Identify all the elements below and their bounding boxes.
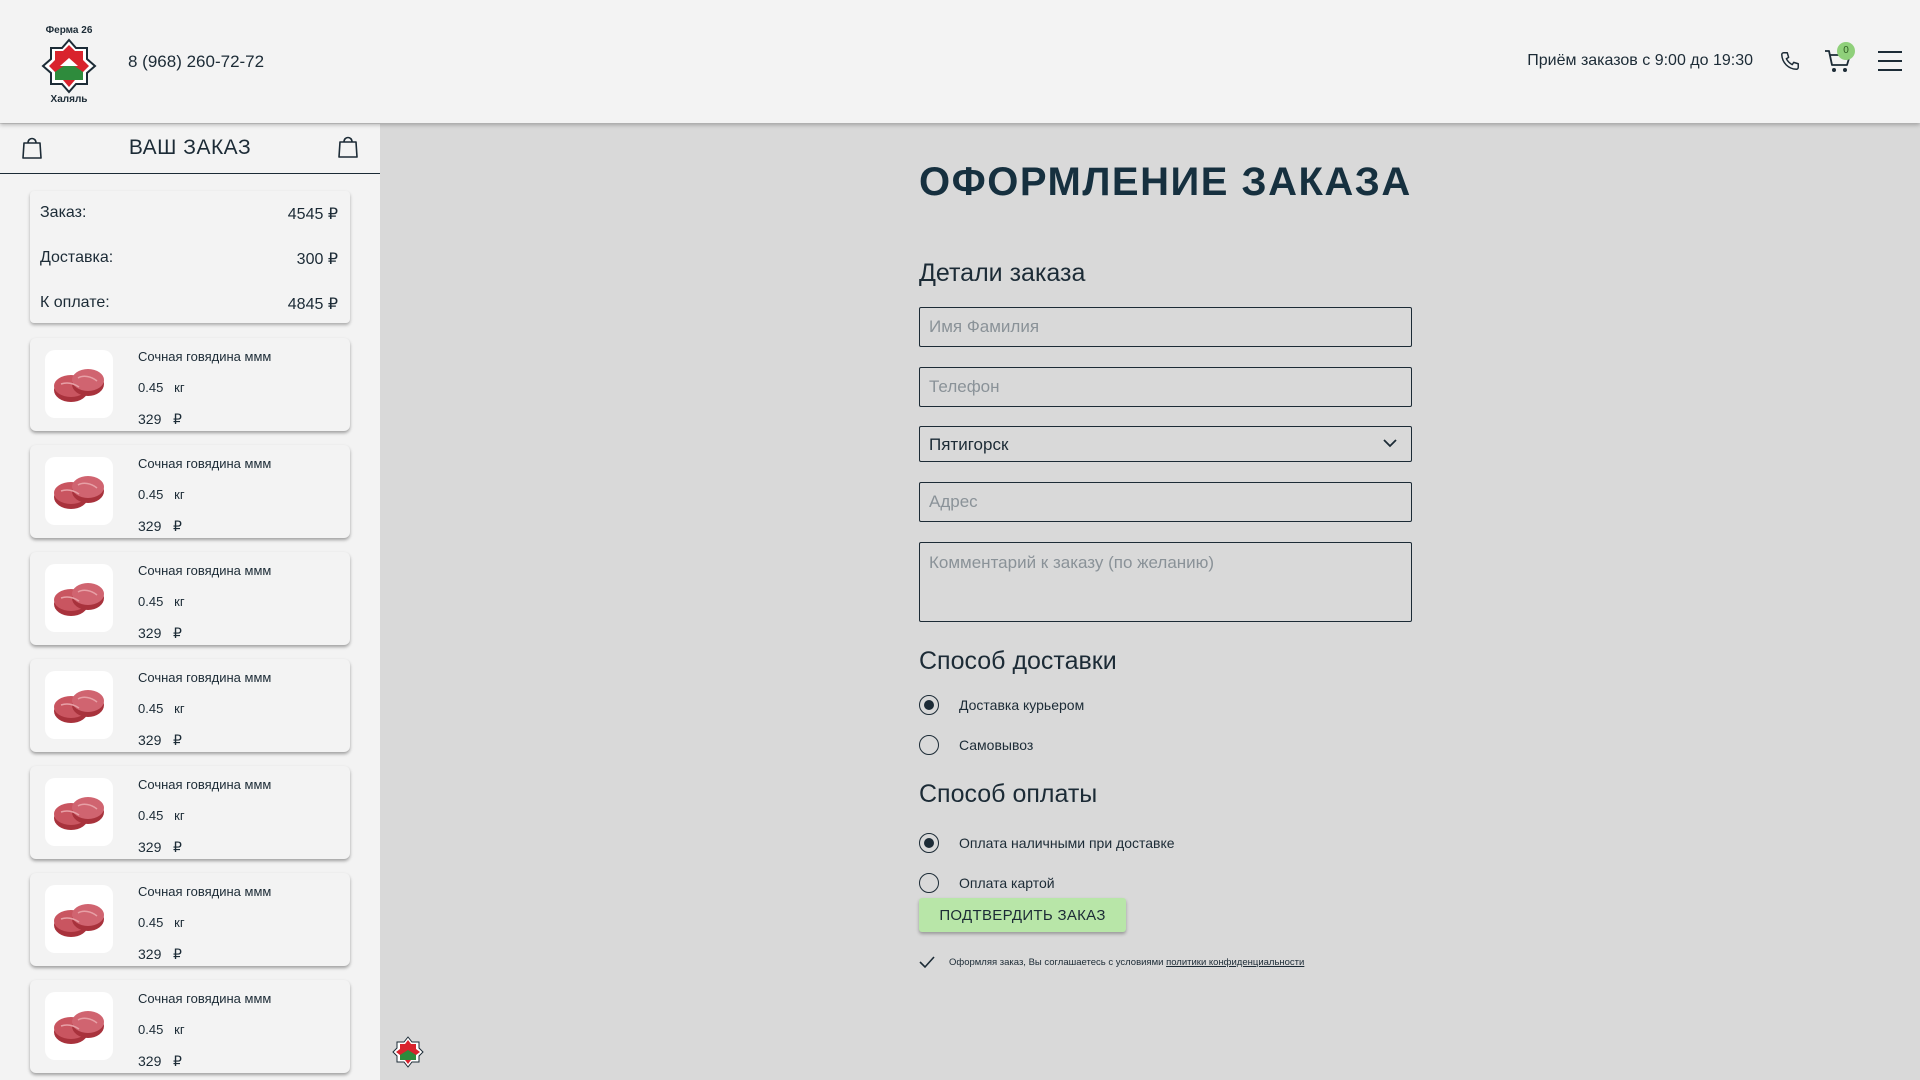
radio-label: Оплата картой [959,875,1055,891]
product-name: Сочная говядина ммм [138,670,272,685]
order-item-card[interactable]: Сочная говядина ммм 0.45 кг 329 ₽ [30,338,350,431]
agreement-text: Оформляя заказ, Вы соглашаетесь с услови… [949,957,1304,968]
city-select-value: Пятигорск [929,435,1009,454]
product-name: Сочная говядина ммм [138,349,272,364]
product-weight: 0.45 кг [138,594,185,609]
product-price: 329 ₽ [138,411,182,427]
product-price: 329 ₽ [138,625,182,641]
product-image [45,671,113,739]
svg-text:Ферма 26: Ферма 26 [46,25,93,36]
product-name: Сочная говядина ммм [138,777,272,792]
radio-button[interactable] [919,695,939,715]
total-label: К оплате: [40,294,110,311]
product-image [45,992,113,1060]
product-price: 329 ₽ [138,518,182,534]
menu-icon[interactable] [1877,50,1903,72]
total-row-delivery: Доставка: 300 ₽ [40,249,338,268]
name-input[interactable] [919,307,1412,347]
radio-button[interactable] [919,735,939,755]
order-hours: Приём заказов с 9:00 до 19:30 [1527,52,1753,69]
svg-text:Халяль: Халяль [51,94,88,105]
total-value: 4845 ₽ [287,296,338,313]
total-row-payable: К оплате: 4845 ₽ [40,294,338,313]
product-weight: 0.45 кг [138,380,185,395]
header-phone[interactable]: 8 (968) 260-72-72 [128,52,264,72]
confirm-order-button[interactable]: ПОДТВЕРДИТЬ ЗАКАЗ [919,898,1126,932]
total-row-order: Заказ: 4545 ₽ [40,204,338,223]
order-item-card[interactable]: Сочная говядина ммм 0.45 кг 329 ₽ [30,445,350,538]
product-image [45,350,113,418]
agreement-text-body: Оформляя заказ, Вы соглашаетесь с услови… [949,957,1167,968]
product-image [45,564,113,632]
privacy-policy-link[interactable]: политики конфиденциальности [1166,957,1304,968]
product-weight: 0.45 кг [138,701,185,716]
site-header: Ферма 26 Халяль 8 (968) 260-72-72 Приём … [0,0,1920,123]
total-value: 300 ₽ [296,251,338,268]
product-price: 329 ₽ [138,839,182,855]
payment-method-heading: Способ оплаты [919,780,1098,808]
address-input[interactable] [919,482,1412,522]
logo-small-icon[interactable] [392,1036,424,1068]
sidebar-title: ВАШ ЗАКАЗ [128,136,252,159]
product-name: Сочная говядина ммм [138,563,272,578]
page-title: ОФОРМЛЕНИЕ ЗАКАЗА [919,160,1412,204]
product-weight: 0.45 кг [138,1022,185,1037]
city-select[interactable]: Пятигорск [919,426,1412,462]
radio-label: Оплата наличными при доставке [959,835,1175,851]
order-totals: Заказ: 4545 ₽ Доставка: 300 ₽ К оплате: … [30,191,350,323]
order-item-card[interactable]: Сочная говядина ммм 0.45 кг 329 ₽ [30,980,350,1073]
sidebar-header: ВАШ ЗАКАЗ [0,124,380,174]
checkmark-icon[interactable] [919,955,935,969]
radio-label: Доставка курьером [959,697,1085,713]
total-label: Заказ: [40,204,87,221]
product-image [45,885,113,953]
radio-button[interactable] [919,873,939,893]
bag-icon [338,136,358,158]
total-label: Доставка: [40,249,114,266]
product-weight: 0.45 кг [138,808,185,823]
cart-count-badge: 0 [1837,42,1855,60]
order-item-card[interactable]: Сочная говядина ммм 0.45 кг 329 ₽ [30,659,350,752]
chevron-down-icon [1383,439,1397,448]
order-sidebar: ВАШ ЗАКАЗ Заказ: 4545 ₽ Доставка: 300 ₽ … [0,124,380,1080]
product-price: 329 ₽ [138,732,182,748]
comment-input[interactable] [919,542,1412,622]
order-item-card[interactable]: Сочная говядина ммм 0.45 кг 329 ₽ [30,552,350,645]
product-name: Сочная говядина ммм [138,884,272,899]
logo[interactable]: Ферма 26 Халяль [38,18,100,106]
radio-button[interactable] [919,833,939,853]
delivery-method-heading: Способ доставки [919,647,1117,675]
phone-input[interactable] [919,367,1412,407]
order-item-card[interactable]: Сочная говядина ммм 0.45 кг 329 ₽ [30,766,350,859]
product-name: Сочная говядина ммм [138,456,272,471]
phone-icon[interactable] [1779,50,1801,72]
product-price: 329 ₽ [138,1053,182,1069]
total-value: 4545 ₽ [287,206,338,223]
product-name: Сочная говядина ммм [138,991,272,1006]
order-details-heading: Детали заказа [919,259,1086,287]
product-image [45,778,113,846]
order-item-card[interactable]: Сочная говядина ммм 0.45 кг 329 ₽ [30,873,350,966]
product-image [45,457,113,525]
product-weight: 0.45 кг [138,487,185,502]
product-price: 329 ₽ [138,946,182,962]
radio-label: Самовывоз [959,737,1034,753]
product-weight: 0.45 кг [138,915,185,930]
